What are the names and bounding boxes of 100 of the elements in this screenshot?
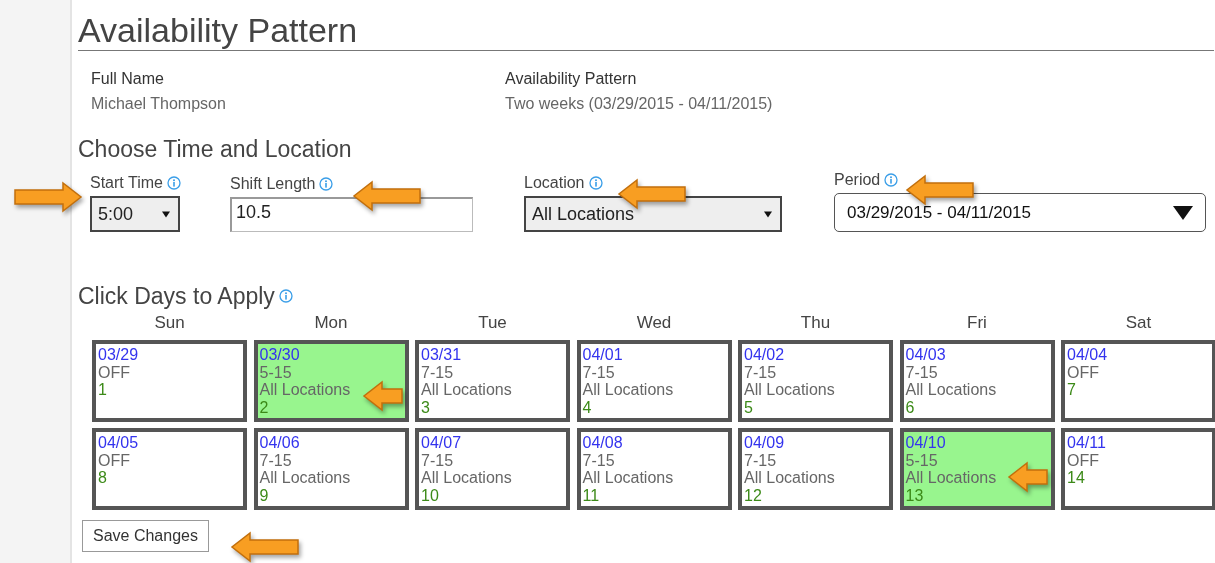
field-value: Two weeks (03/29/2015 - 04/11/2015) [505, 95, 774, 113]
day-number: 6 [905, 398, 915, 416]
day-date: 04/11 [1067, 434, 1106, 452]
field-label: Shift Length [230, 175, 316, 193]
day-shift: OFF [98, 451, 130, 469]
day-cell[interactable]: 04/03 7-15 All Locations 6 [899, 340, 1055, 422]
callout-arrow [362, 380, 404, 412]
day-cell[interactable]: 04/01 7-15 All Locations 4 [576, 340, 732, 422]
field-label: Availability Pattern [505, 70, 638, 88]
day-cell[interactable]: 04/02 7-15 All Locations 5 [738, 340, 893, 422]
weekday-header: Sat [1124, 312, 1153, 334]
select-field[interactable]: 5:00 [90, 196, 180, 232]
day-cell[interactable]: 04/05 OFF 8 [92, 428, 247, 510]
day-number: 4 [582, 398, 592, 416]
day-number: 7 [1067, 381, 1076, 399]
day-date: 04/09 [744, 434, 785, 452]
day-location: All Locations [421, 381, 512, 399]
day-cell[interactable]: 04/09 7-15 All Locations 12 [738, 428, 893, 510]
day-number: 3 [421, 398, 430, 416]
day-date: 04/03 [905, 346, 946, 364]
day-shift: 5-15 [905, 451, 938, 469]
field-label: Location [524, 174, 585, 192]
weekday-header: Fri [966, 312, 988, 334]
callout-arrow [352, 180, 422, 212]
day-date: 04/05 [98, 434, 139, 452]
day-location: All Locations [259, 381, 351, 399]
info-icon[interactable] [588, 176, 603, 190]
caret-icon [764, 210, 772, 218]
day-shift: OFF [98, 363, 130, 381]
info-icon[interactable] [278, 289, 293, 303]
info-icon[interactable] [319, 177, 334, 191]
field-label: Full Name [91, 70, 165, 88]
select-field[interactable]: All Locations [524, 196, 782, 232]
weekday-header: Sun [153, 312, 186, 334]
day-number: 12 [744, 486, 762, 504]
day-location: All Locations [582, 381, 674, 399]
day-location: All Locations [905, 469, 997, 487]
day-shift: 7-15 [905, 363, 938, 381]
day-location: All Locations [259, 469, 351, 487]
day-cell[interactable]: 04/07 7-15 All Locations 10 [415, 428, 570, 510]
day-shift: 7-15 [421, 451, 454, 469]
day-date: 04/10 [905, 434, 946, 452]
day-date: 04/08 [582, 434, 623, 452]
day-number: 8 [98, 469, 107, 487]
weekday-header: Thu [799, 312, 832, 334]
info-icon[interactable] [166, 176, 181, 190]
field-value: Michael Thompson [91, 95, 227, 113]
page-title: Availability Pattern [78, 10, 358, 50]
day-date: 04/04 [1067, 346, 1108, 364]
section-heading: Click Days to Apply [78, 282, 275, 310]
day-cell[interactable]: 04/10 5-15 All Locations 13 [899, 428, 1055, 510]
callout-arrow [905, 174, 975, 206]
weekday-header: Mon [313, 312, 349, 334]
day-date: 03/29 [98, 346, 139, 364]
day-shift: 7-15 [259, 451, 292, 469]
day-location: All Locations [744, 469, 835, 487]
day-date: 04/06 [259, 434, 300, 452]
day-location: All Locations [905, 381, 997, 399]
section-heading: Choose Time and Location [78, 135, 352, 163]
field-label: Period [834, 171, 881, 189]
caret-icon [1173, 205, 1193, 220]
day-number: 9 [259, 486, 269, 504]
weekday-header: Tue [477, 312, 508, 334]
day-shift: 7-15 [744, 363, 777, 381]
day-date: 04/02 [744, 346, 785, 364]
day-location: All Locations [744, 381, 835, 399]
day-location: All Locations [421, 469, 512, 487]
day-shift: 7-15 [582, 363, 615, 381]
day-shift: 7-15 [582, 451, 615, 469]
day-number: 13 [905, 486, 924, 504]
callout-arrow [1007, 461, 1049, 493]
day-date: 04/01 [582, 346, 623, 364]
day-number: 11 [582, 486, 600, 504]
day-number: 5 [744, 398, 753, 416]
save-button[interactable]: Save Changes [82, 520, 209, 552]
day-shift: 7-15 [421, 363, 454, 381]
weekday-header: Wed [635, 312, 673, 334]
day-cell[interactable]: 04/04 OFF 7 [1061, 340, 1215, 422]
day-cell[interactable]: 03/29 OFF 1 [92, 340, 247, 422]
field-label: Start Time [90, 174, 163, 192]
day-number: 2 [259, 398, 269, 416]
day-number: 14 [1067, 469, 1085, 487]
callout-arrow [13, 181, 83, 213]
day-shift: OFF [1067, 451, 1099, 469]
day-shift: 7-15 [744, 451, 777, 469]
day-date: 03/31 [421, 346, 462, 364]
day-shift: 5-15 [259, 363, 292, 381]
day-date: 04/07 [421, 434, 462, 452]
day-shift: OFF [1067, 363, 1099, 381]
callout-arrow [230, 531, 300, 563]
info-icon[interactable] [884, 173, 899, 187]
day-cell[interactable]: 03/31 7-15 All Locations 3 [415, 340, 570, 422]
day-cell[interactable]: 04/06 7-15 All Locations 9 [253, 428, 409, 510]
day-cell[interactable]: 03/30 5-15 All Locations 2 [253, 340, 409, 422]
day-cell[interactable]: 04/08 7-15 All Locations 11 [576, 428, 732, 510]
day-location: All Locations [582, 469, 674, 487]
day-number: 1 [98, 381, 107, 399]
day-date: 03/30 [259, 346, 300, 364]
day-cell[interactable]: 04/11 OFF 14 [1061, 428, 1215, 510]
caret-icon [162, 210, 170, 218]
